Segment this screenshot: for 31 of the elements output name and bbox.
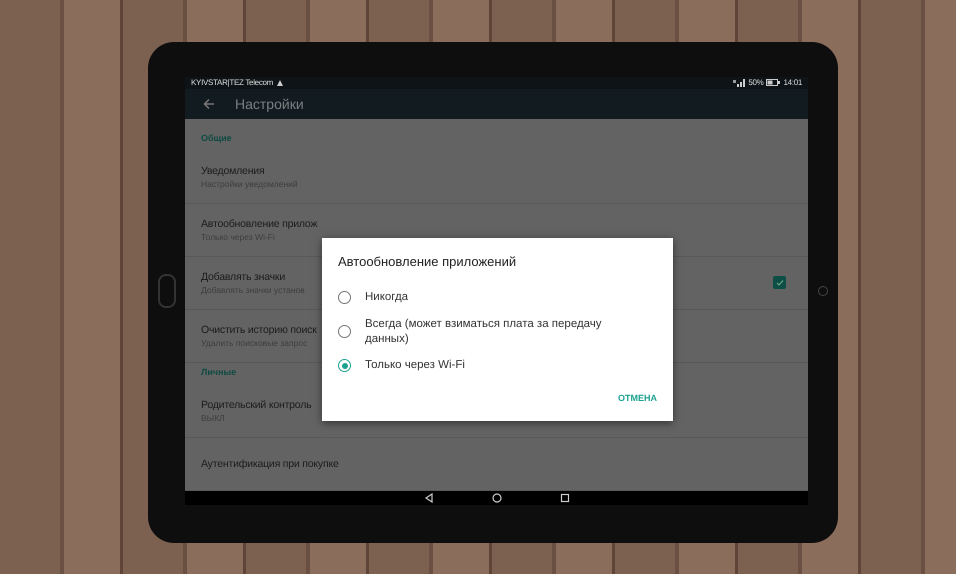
item-title: Аутентификация при покупке [201, 458, 339, 470]
radio-option[interactable]: Только через Wi-Fi [338, 348, 657, 383]
home-icon[interactable] [492, 492, 502, 503]
option-label: Всегда (может взиматься плата за передачу данных) [365, 317, 603, 346]
item-title: Родительский контроль [201, 398, 312, 411]
radio-button[interactable] [338, 359, 351, 372]
camera-dot [818, 286, 828, 296]
back-icon[interactable] [424, 492, 434, 503]
option-label: Только через Wi-Fi [365, 358, 465, 373]
carrier-name: KYIVSTAR|TEZ Telecom [191, 78, 274, 88]
radio-button[interactable] [338, 291, 351, 304]
radio-option[interactable]: Всегда (может взиматься плата за передачу данных) [338, 314, 657, 349]
item-title: Очистить историю поиск [201, 324, 317, 336]
battery-percent: 50% [748, 78, 764, 88]
cancel-button[interactable]: ОТМЕНА [618, 388, 657, 407]
section-header: Общие [201, 132, 232, 145]
item-title: Добавлять значки [201, 270, 285, 283]
option-label: Никогда [365, 290, 408, 305]
signal-icon [733, 78, 746, 87]
clock: 14:01 [783, 78, 802, 88]
radio-option[interactable]: Никогда [338, 280, 657, 315]
radio-button[interactable] [338, 325, 351, 338]
item-title: Автообновление прилож [201, 218, 318, 230]
recents-icon[interactable] [560, 492, 570, 503]
battery-icon [766, 79, 780, 86]
screen-title: Настройки [235, 96, 304, 112]
checkbox[interactable] [773, 276, 786, 290]
item-title: Уведомления [201, 164, 264, 177]
checkmark-icon [776, 278, 784, 287]
back-arrow-icon[interactable] [203, 98, 215, 110]
section-header: Личные [201, 366, 236, 379]
